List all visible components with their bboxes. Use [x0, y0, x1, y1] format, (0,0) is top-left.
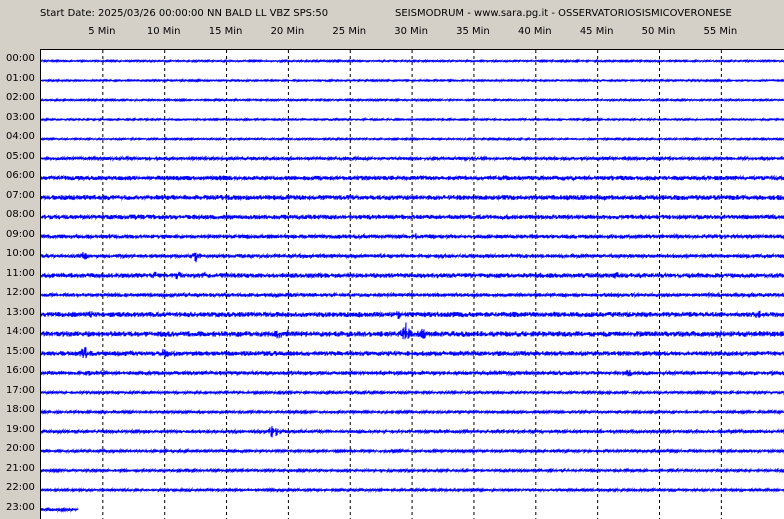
hour-label: 08:00: [6, 209, 35, 220]
hour-label: 07:00: [6, 189, 35, 201]
trace-line: [41, 322, 784, 340]
trace-line: [41, 136, 784, 142]
trace-line: [41, 486, 784, 494]
x-tick-label: 25 Min: [332, 26, 367, 37]
chart-header: Start Date: 2025/03/26 00:00:00 NN BALD …: [0, 0, 784, 48]
x-tick-label: 45 Min: [579, 26, 614, 37]
hour-label: 12:00: [6, 287, 35, 298]
trace-line: [41, 77, 784, 84]
trace-line: [41, 506, 79, 513]
hour-label: 04:00: [6, 131, 35, 142]
hour-label: 01:00: [6, 72, 35, 84]
hour-label: 05:00: [6, 150, 35, 162]
x-tick-label: 10 Min: [146, 26, 181, 37]
seismogram-plot: [40, 49, 784, 519]
x-tick-label: 55 Min: [703, 26, 738, 37]
trace-line: [41, 467, 784, 474]
hour-label: 19:00: [6, 423, 35, 435]
hour-label: 21:00: [6, 462, 35, 474]
x-tick-label: 20 Min: [270, 26, 305, 37]
trace-line: [41, 58, 784, 64]
trace-line: [41, 155, 784, 162]
hour-label: 10:00: [6, 248, 35, 259]
trace-line: [41, 193, 784, 202]
hour-label: 17:00: [6, 384, 35, 396]
trace-line: [41, 174, 784, 182]
x-tick-label: 40 Min: [517, 26, 552, 37]
hour-label: 20:00: [6, 443, 35, 454]
hour-label: 23:00: [6, 501, 35, 513]
hour-label: 00:00: [6, 53, 35, 64]
hour-label: 09:00: [6, 228, 35, 240]
trace-line: [41, 408, 784, 416]
hour-label: 15:00: [6, 345, 35, 357]
hour-label: 13:00: [6, 306, 35, 318]
x-tick-label: 35 Min: [456, 26, 490, 37]
trace-line: [41, 116, 784, 123]
trace-line: [41, 97, 784, 103]
hour-label: 18:00: [6, 404, 35, 415]
seismogram-svg: [41, 50, 784, 519]
hour-label: 14:00: [6, 326, 35, 337]
hour-label: 03:00: [6, 111, 35, 123]
hour-label: 06:00: [6, 170, 35, 181]
hour-label: 22:00: [6, 482, 35, 493]
x-tick-label: 15 Min: [208, 26, 243, 37]
start-date-label: Start Date: 2025/03/26 00:00:00 NN BALD …: [40, 8, 329, 19]
hour-label: 16:00: [6, 365, 35, 376]
x-tick-label: 50 Min: [641, 26, 676, 37]
hour-label: 02:00: [6, 92, 35, 103]
station-title: SEISMODRUM - www.sara.pg.it - OSSERVATOR…: [395, 8, 732, 19]
trace-line: [41, 447, 784, 455]
x-tick-label: 5 Min: [88, 26, 116, 37]
hour-label: 11:00: [6, 267, 35, 279]
trace-line: [41, 310, 784, 319]
x-tick-label: 30 Min: [394, 26, 428, 37]
